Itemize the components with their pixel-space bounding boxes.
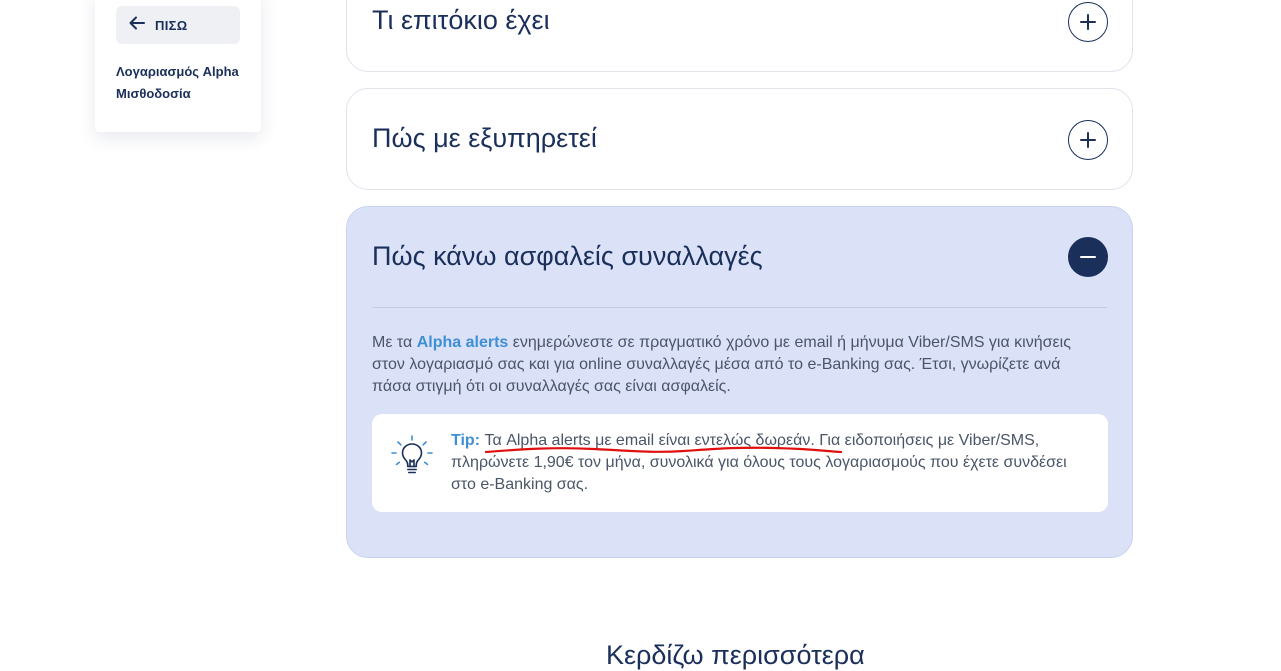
tip-label: Tip: — [451, 432, 481, 449]
accordion-title: Τι επιτόκιο έχει — [372, 5, 550, 35]
alpha-alerts-link[interactable]: Alpha alerts — [417, 334, 509, 351]
minus-icon — [1080, 256, 1096, 258]
plus-icon — [1080, 14, 1096, 30]
accordion-title: Πώς με εξυπηρετεί — [372, 123, 597, 153]
arrow-left-icon — [128, 14, 146, 37]
red-underline-annotation — [484, 446, 843, 454]
plus-icon — [1080, 132, 1096, 148]
sidebar-card: ΠΙΣΩ Λογαριασμός Alpha Μισθοδοσία — [95, 0, 261, 132]
body-text-start: Με τα — [372, 334, 417, 351]
accordion-title: Πώς κάνω ασφαλείς συναλλαγές — [372, 241, 763, 271]
accordion-item-interest-rate[interactable]: Τι επιτόκιο έχει — [346, 0, 1133, 72]
tip-box: Tip: Τα Alpha alerts με email είναι εντε… — [372, 414, 1108, 512]
expand-button[interactable] — [1068, 2, 1108, 42]
expand-button[interactable] — [1068, 120, 1108, 160]
tip-text: Tip: Τα Alpha alerts με email είναι εντε… — [451, 430, 1091, 496]
tip-body: Τα Alpha alerts με email είναι εντελώς δ… — [451, 432, 1067, 493]
accordion-divider — [372, 307, 1107, 308]
back-label: ΠΙΣΩ — [155, 17, 188, 33]
sidebar-page-title[interactable]: Λογαριασμός Alpha Μισθοδοσία — [116, 61, 246, 105]
back-button[interactable]: ΠΙΣΩ — [116, 6, 240, 44]
accordion-item-service[interactable]: Πώς με εξυπηρετεί — [346, 88, 1133, 190]
lightbulb-icon — [391, 435, 433, 474]
section-heading: Κερδίζω περισσότερα — [606, 640, 865, 670]
accordion-body-text: Με τα Alpha alerts ενημερώνεστε σε πραγμ… — [372, 332, 1072, 398]
collapse-button[interactable] — [1068, 237, 1108, 277]
accordion-item-safe-transactions[interactable]: Πώς κάνω ασφαλείς συναλλαγές Με τα Alpha… — [346, 206, 1133, 558]
